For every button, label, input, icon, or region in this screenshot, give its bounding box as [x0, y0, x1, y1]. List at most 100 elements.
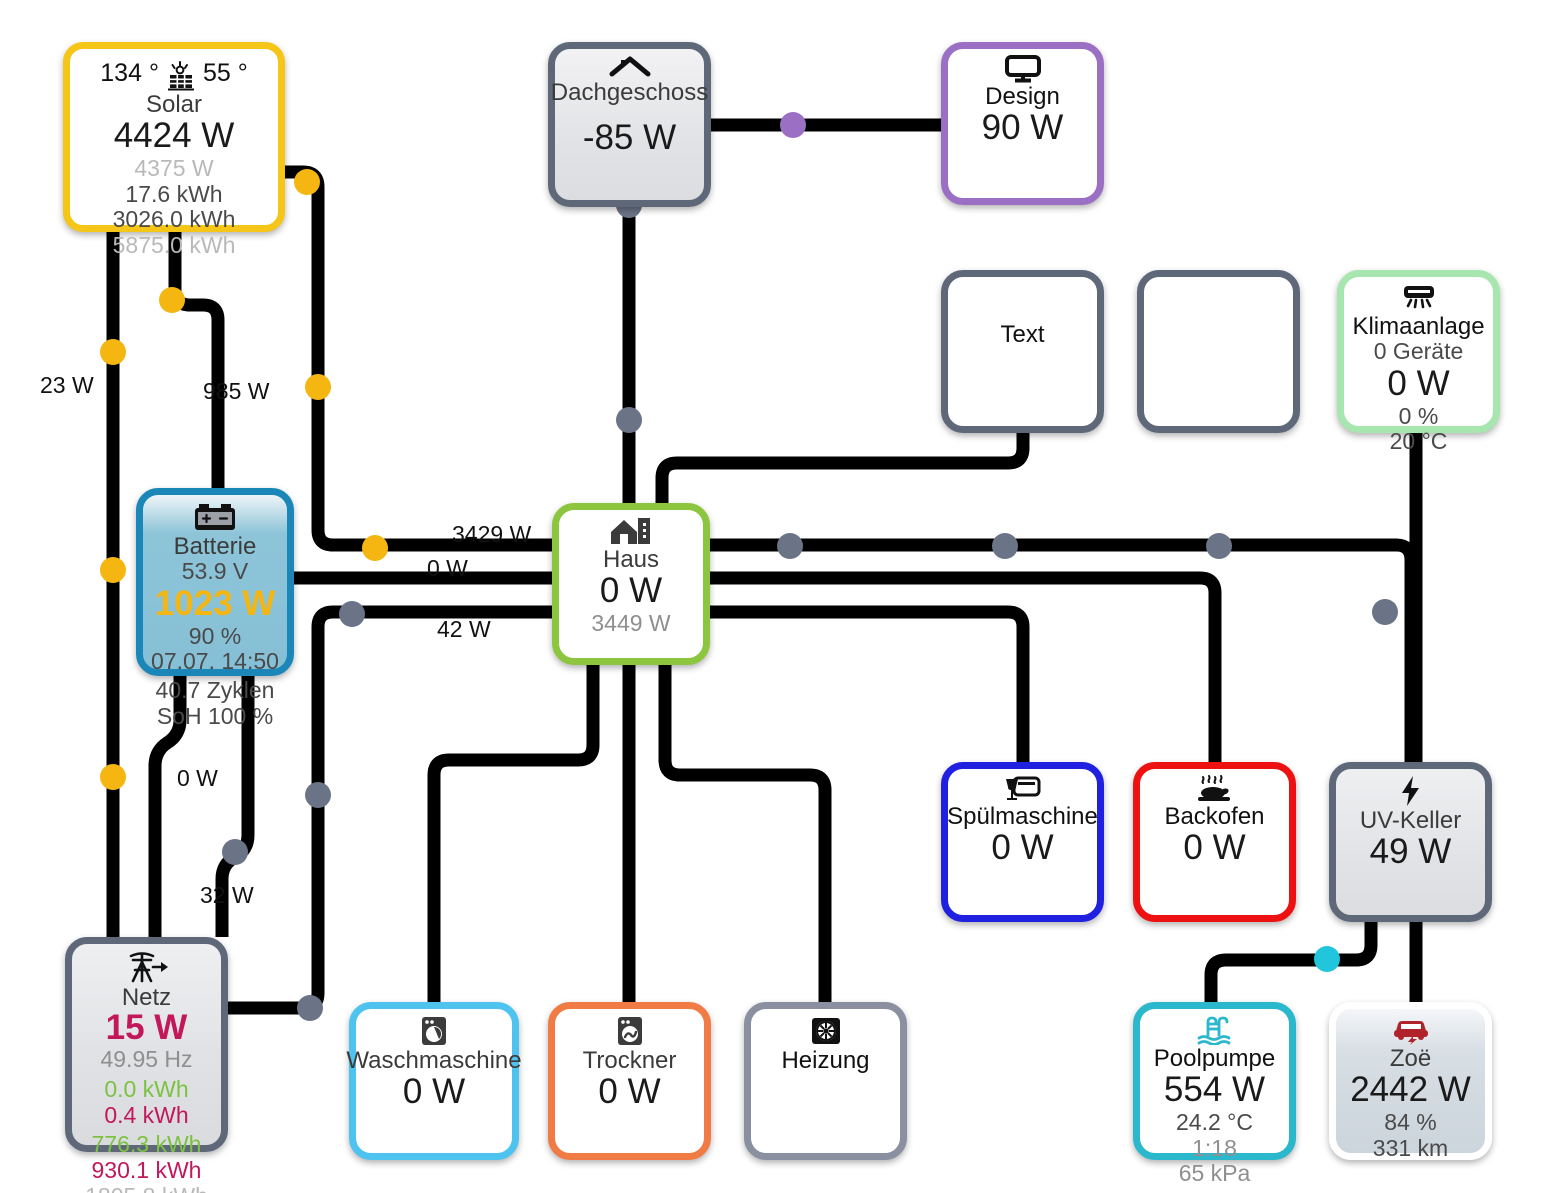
- node-heizung[interactable]: Heizung: [744, 1002, 907, 1160]
- solar-total-secondary: 5875.0 kWh: [112, 232, 236, 259]
- spuelmaschine-label: Spülmaschine: [947, 803, 1098, 830]
- flow-dot-grid: [222, 839, 248, 865]
- node-klimaanlage[interactable]: Klimaanlage 0 Geräte 0 W 0 % 20 °C: [1337, 270, 1500, 454]
- flow-dot-solar: [294, 169, 320, 195]
- wire-solar-to-batterie: [168, 232, 225, 488]
- wire-solar-to-haus-bus: [285, 165, 552, 552]
- flow-dot-grid: [616, 407, 642, 433]
- node-uvkeller[interactable]: UV-Keller 49 W: [1329, 762, 1492, 922]
- dishwasher-icon: [1005, 775, 1041, 803]
- house-icon: [609, 516, 653, 546]
- batterie-soc: 90 %: [188, 622, 242, 649]
- dryer-icon: [615, 1015, 645, 1047]
- wire-label-solar-to-batt: 985 W: [203, 378, 270, 404]
- netz-today-in: 0.0 kWh: [104, 1075, 189, 1102]
- wire-uvkeller-to-poolpumpe: [1204, 922, 1378, 1002]
- node-solar[interactable]: 134 ° 55 ° Solar 4424 W 4375 W 17.6 kWh …: [63, 42, 285, 258]
- netz-total-sum: 1805.8 kWh: [85, 1183, 208, 1193]
- zoe-power: 2442 W: [1350, 1070, 1471, 1110]
- node-batterie[interactable]: Batterie 53.9 V 1023 W 90 % 07.07. 14:50…: [136, 488, 294, 729]
- node-poolpumpe[interactable]: Poolpumpe 554 W 24.2 °C 1:18 65 kPa: [1133, 1002, 1296, 1186]
- pool-ladder-icon: [1197, 1015, 1233, 1045]
- batterie-label: Batterie: [173, 533, 257, 560]
- node-spuelmaschine[interactable]: Spülmaschine 0 W: [941, 762, 1104, 922]
- monitor-icon: [1004, 55, 1042, 83]
- flow-dot-grid: [305, 782, 331, 808]
- flow-dot-grid: [1372, 599, 1398, 625]
- flow-dot-grid: [777, 533, 803, 559]
- netz-label: Netz: [121, 984, 172, 1011]
- flow-dot-grid: [992, 533, 1018, 559]
- zoe-label: Zoë: [1389, 1045, 1432, 1072]
- solar-angle-left: 134 °: [100, 59, 159, 87]
- netz-total-out: 930.1 kWh: [91, 1157, 202, 1184]
- solar-label: Solar: [145, 91, 203, 118]
- energy-flow-diagram: 23 W 985 W 3429 W 0 W 42 W 0 W 32 W 134 …: [0, 0, 1553, 1193]
- batterie-timestamp: 07.07. 14:50: [151, 648, 279, 675]
- flow-dot-solar: [159, 287, 185, 313]
- lightning-bolt-icon: [1398, 775, 1424, 807]
- node-zoe[interactable]: Zoë 2442 W 84 % 331 km: [1329, 1002, 1492, 1160]
- poolpumpe-pressure: 65 kPa: [1178, 1160, 1251, 1187]
- textbox-label: Text: [1000, 321, 1045, 348]
- zoe-soc: 84 %: [1384, 1108, 1437, 1135]
- zoe-range: 331 km: [1372, 1134, 1449, 1161]
- poolpumpe-label: Poolpumpe: [1153, 1045, 1276, 1072]
- haus-label: Haus: [602, 546, 660, 573]
- node-netz[interactable]: Netz 15 W 49.95 Hz 0.0 kWh 0.4 kWh 776.3…: [65, 937, 228, 1193]
- wire-label-netz-up: 32 W: [200, 882, 254, 908]
- flow-dot-grid: [1206, 533, 1232, 559]
- solar-today: 17.6 kWh: [125, 180, 223, 207]
- batterie-cycles: 40.7 Zyklen: [155, 677, 275, 704]
- battery-icon: [193, 501, 237, 533]
- oven-icon: [1193, 775, 1237, 803]
- flow-dot-solar: [305, 374, 331, 400]
- backofen-power: 0 W: [1183, 828, 1246, 868]
- haus-power-sub: 3449 W: [591, 609, 671, 636]
- solar-angles-row: 134 ° 55 °: [100, 55, 248, 92]
- uvkeller-power: 49 W: [1369, 832, 1452, 872]
- solar-power: 4424 W: [113, 116, 235, 156]
- wire-label-batt-to-haus: 3429 W: [452, 521, 532, 547]
- node-trockner[interactable]: Trockner 0 W: [548, 1002, 711, 1160]
- heizung-label: Heizung: [781, 1047, 870, 1074]
- flow-dot-grid: [297, 995, 323, 1021]
- backofen-label: Backofen: [1164, 803, 1265, 830]
- trockner-power: 0 W: [598, 1072, 661, 1112]
- flow-dot-solar: [100, 557, 126, 583]
- batterie-soh: SoH 100 %: [156, 702, 274, 729]
- waschmaschine-label: Waschmaschine: [346, 1047, 522, 1074]
- node-waschmaschine[interactable]: Waschmaschine 0 W: [346, 1002, 522, 1160]
- wire-label-solar-to-netz: 23 W: [40, 372, 94, 398]
- spuelmaschine-power: 0 W: [991, 828, 1054, 868]
- solar-power-sub: 4375 W: [134, 154, 214, 181]
- solar-angle-right: 55 °: [202, 59, 248, 87]
- trockner-label: Trockner: [582, 1047, 677, 1074]
- netz-today-out: 0.4 kWh: [104, 1101, 189, 1128]
- wire-haus-to-textbox: [655, 433, 1030, 503]
- washing-machine-icon: [419, 1015, 449, 1047]
- dachgeschoss-label: Dachgeschoss: [550, 79, 709, 106]
- roof-icon: [608, 55, 652, 79]
- poolpumpe-temp: 24.2 °C: [1176, 1108, 1253, 1135]
- flow-dot-pool: [1314, 946, 1340, 972]
- car-charging-icon: [1391, 1015, 1431, 1045]
- solar-total: 3026.0 kWh: [112, 206, 236, 233]
- node-design[interactable]: Design 90 W: [941, 42, 1104, 205]
- klimaanlage-devices: 0 Geräte: [1373, 338, 1464, 365]
- batterie-voltage: 53.9 V: [181, 558, 249, 585]
- wire-haus-to-waschmaschine: [427, 665, 600, 1002]
- wire-haus-to-heizung: [658, 665, 832, 1002]
- flow-dot-solar: [362, 535, 388, 561]
- netz-power: 15 W: [105, 1008, 188, 1048]
- haus-power: 0 W: [599, 571, 663, 611]
- batterie-power: 1023 W: [154, 584, 276, 624]
- air-conditioner-icon: [1399, 283, 1439, 313]
- node-backofen[interactable]: Backofen 0 W: [1133, 762, 1296, 922]
- node-haus[interactable]: Haus 0 W 3449 W: [552, 503, 710, 665]
- wire-label-netz-to-haus: 0 W: [427, 555, 468, 581]
- node-textbox[interactable]: Text: [941, 270, 1104, 433]
- wire-haus-to-spuelmaschine: [710, 605, 1030, 762]
- node-empty[interactable]: [1137, 270, 1300, 433]
- node-dachgeschoss[interactable]: Dachgeschoss -85 W: [548, 42, 711, 207]
